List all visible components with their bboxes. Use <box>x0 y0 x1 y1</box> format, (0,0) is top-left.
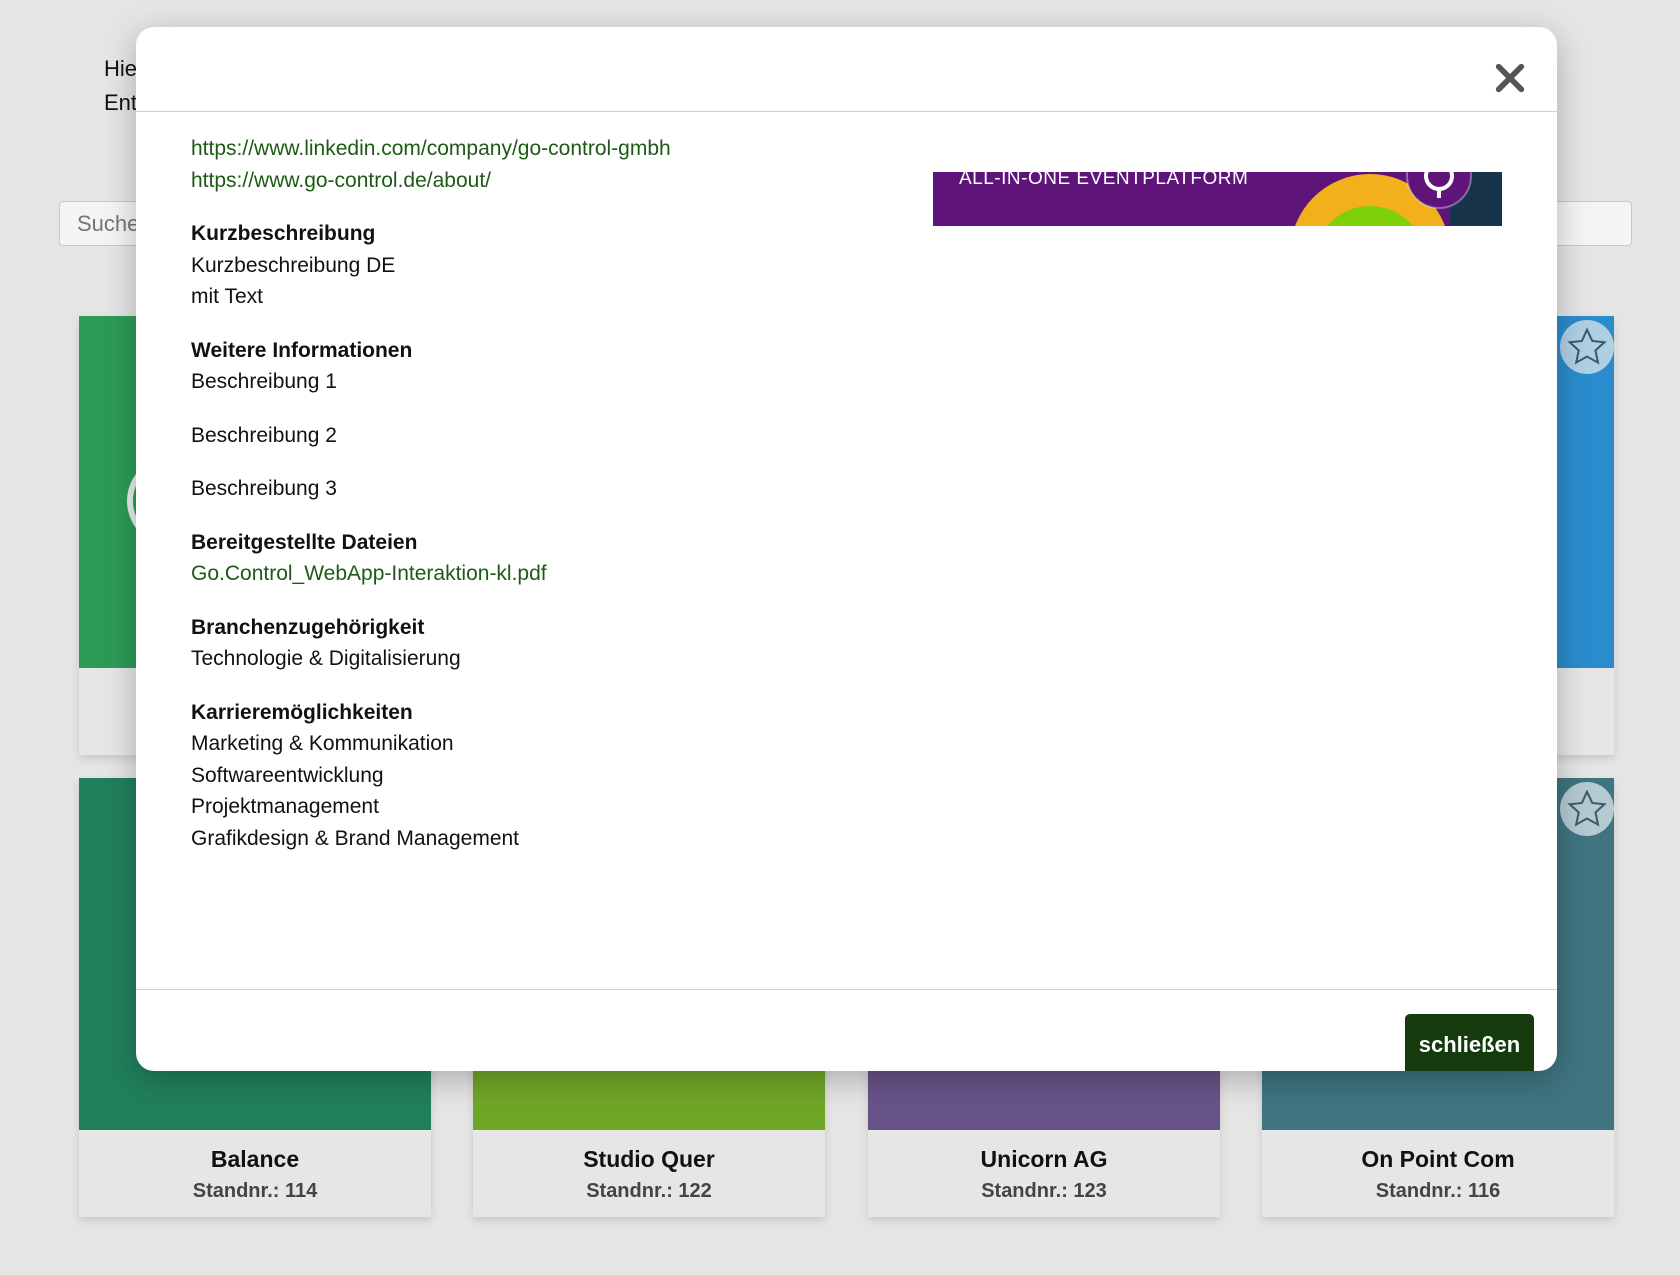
card-info: On Point Com Standnr.: 116 <box>1262 1130 1614 1217</box>
section-title-kurzbeschreibung: Kurzbeschreibung <box>191 222 376 245</box>
website-link[interactable]: https://www.go-control.de/about/ <box>191 165 891 197</box>
clipped-line: . . . <box>191 112 891 133</box>
kurzbeschreibung-line: mit Text <box>191 285 263 308</box>
exhibitor-detail-modal: ALL-IN-ONE EVENTPLATFORM . . . https://w… <box>136 27 1557 1071</box>
card-info: Unicorn AG Standnr.: 123 <box>868 1130 1220 1217</box>
favorite-star-icon[interactable] <box>1560 320 1614 374</box>
close-button[interactable]: schließen <box>1405 1014 1534 1071</box>
modal-footer: schließen <box>136 989 1557 1071</box>
intro-line-2: Ent <box>104 90 138 115</box>
card-info: Balance Standnr.: 114 <box>79 1130 431 1217</box>
banner-graphic <box>1295 172 1502 226</box>
file-link[interactable]: Go.Control_WebApp-Interaktion-kl.pdf <box>191 558 891 590</box>
section-title-weitere-informationen: Weitere Informationen <box>191 338 413 362</box>
intro-text: Hie Ent <box>104 52 137 120</box>
description-line: Beschreibung 3 <box>191 477 337 500</box>
linkedin-link[interactable]: https://www.linkedin.com/company/go-cont… <box>191 133 891 165</box>
exhibitor-banner-image: ALL-IN-ONE EVENTPLATFORM <box>933 172 1502 226</box>
stand-number: Standnr.: 122 <box>586 1180 712 1202</box>
exhibitor-name: Studio Quer <box>583 1146 715 1172</box>
exhibitor-details: . . . https://www.linkedin.com/company/g… <box>191 112 891 854</box>
stand-number: Standnr.: 114 <box>192 1180 318 1202</box>
modal-header <box>136 27 1557 112</box>
description-line: Beschreibung 2 <box>191 423 337 447</box>
section-title-branche: Branchenzugehörigkeit <box>191 615 425 639</box>
stand-number: Standnr.: 123 <box>981 1180 1107 1202</box>
description-line: Beschreibung 1 <box>191 370 337 393</box>
exhibitor-name: Balance <box>210 1146 300 1172</box>
industry-line: Technologie & Digitalisierung <box>191 647 461 670</box>
favorite-star-icon[interactable] <box>1560 782 1614 836</box>
exhibitor-name: Unicorn AG <box>980 1146 1108 1172</box>
stand-number: Standnr.: 116 <box>1375 1180 1501 1202</box>
career-line: Projektmanagement <box>191 795 379 818</box>
exhibitor-name: On Point Com <box>1361 1146 1515 1172</box>
intro-line-1: Hie <box>104 56 138 81</box>
section-title-karriere: Karrieremöglichkeiten <box>191 700 413 724</box>
career-line: Grafikdesign & Brand Management <box>191 826 520 850</box>
career-line: Marketing & Kommunikation <box>191 732 454 755</box>
card-info: Studio Quer Standnr.: 122 <box>473 1130 825 1217</box>
kurzbeschreibung-line: Kurzbeschreibung DE <box>191 253 396 277</box>
section-title-dateien: Bereitgestellte Dateien <box>191 530 418 554</box>
career-line: Softwareentwicklung <box>191 763 384 787</box>
modal-body: ALL-IN-ONE EVENTPLATFORM . . . https://w… <box>136 112 1557 989</box>
close-icon[interactable] <box>1493 61 1527 95</box>
